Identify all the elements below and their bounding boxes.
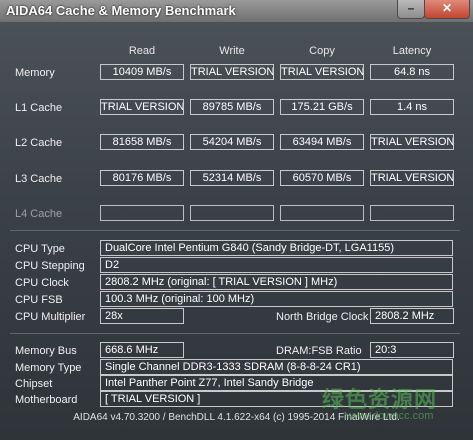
cpu-type-label: CPU Type — [15, 243, 65, 255]
memory-type-label: Memory Type — [15, 362, 82, 374]
l1-cache-row-label: L1 Cache — [15, 102, 63, 114]
l4-copy-value — [280, 205, 364, 221]
l2-cache-row-label: L2 Cache — [15, 137, 63, 149]
cpu-multiplier-label: CPU Multiplier — [15, 311, 86, 323]
cpu-stepping-label: CPU Stepping — [15, 260, 85, 272]
window-title: AIDA64 Cache & Memory Benchmark — [6, 3, 236, 18]
l3-cache-row-label: L3 Cache — [15, 173, 63, 185]
cpu-stepping-value: D2 — [100, 257, 453, 273]
watermark-url: www.downcc.com — [346, 410, 434, 422]
cpu-fsb-value: 100.3 MHz (original: 100 MHz) — [100, 291, 453, 307]
title-bar[interactable]: AIDA64 Cache & Memory Benchmark – ✕ — [0, 0, 473, 22]
l3-latency-value: TRIAL VERSION — [370, 170, 454, 186]
cpu-clock-value: 2808.2 MHz (original: [ TRIAL VERSION ] … — [100, 274, 453, 290]
l4-latency-value — [370, 205, 454, 221]
north-bridge-clock-label: North Bridge Clock — [276, 311, 369, 323]
memory-type-value: Single Channel DDR3-1333 SDRAM (8-8-8-24… — [100, 359, 453, 375]
l1-latency-value: 1.4 ns — [370, 99, 454, 115]
chipset-label: Chipset — [15, 378, 53, 390]
l2-copy-value: 63494 MB/s — [280, 134, 364, 150]
north-bridge-clock-value: 2808.2 MHz — [370, 308, 454, 324]
column-header-write: Write — [219, 45, 245, 57]
l3-copy-value: 60570 MB/s — [280, 170, 364, 186]
l3-write-value: 52314 MB/s — [190, 170, 274, 186]
cpu-multiplier-value: 28x — [100, 308, 184, 324]
memory-copy-value: TRIAL VERSION — [280, 64, 364, 80]
dram-fsb-ratio-label: DRAM:FSB Ratio — [276, 345, 362, 357]
memory-bus-label: Memory Bus — [15, 345, 77, 357]
memory-row-label: Memory — [15, 67, 55, 79]
memory-latency-value: 64.8 ns — [370, 64, 454, 80]
column-header-copy: Copy — [309, 45, 335, 57]
l2-read-value: 81658 MB/s — [100, 134, 184, 150]
dram-fsb-ratio-value: 20:3 — [370, 342, 454, 358]
l4-cache-row-label: L4 Cache — [15, 208, 63, 220]
l3-read-value: 80176 MB/s — [100, 170, 184, 186]
memory-read-value: 10409 MB/s — [100, 64, 184, 80]
cpu-fsb-label: CPU FSB — [15, 294, 63, 306]
divider — [10, 333, 460, 334]
cpu-clock-label: CPU Clock — [15, 277, 69, 289]
l1-copy-value: 175.21 GB/s — [280, 99, 364, 115]
column-header-read: Read — [128, 45, 156, 57]
divider — [10, 230, 460, 231]
memory-write-value: TRIAL VERSION — [190, 64, 274, 80]
l2-latency-value: TRIAL VERSION — [370, 134, 454, 150]
minimize-button[interactable]: – — [397, 0, 425, 19]
cpu-type-value: DualCore Intel Pentium G840 (Sandy Bridg… — [100, 240, 453, 256]
l2-write-value: 54204 MB/s — [190, 134, 274, 150]
column-header-latency: Latency — [392, 45, 432, 57]
close-button[interactable]: ✕ — [424, 0, 470, 19]
memory-bus-value: 668.6 MHz — [100, 342, 184, 358]
l4-read-value — [100, 205, 184, 221]
l1-read-value: TRIAL VERSION — [100, 99, 184, 115]
l1-write-value: 89785 MB/s — [190, 99, 274, 115]
motherboard-label: Motherboard — [15, 394, 78, 406]
l4-write-value — [190, 205, 274, 221]
